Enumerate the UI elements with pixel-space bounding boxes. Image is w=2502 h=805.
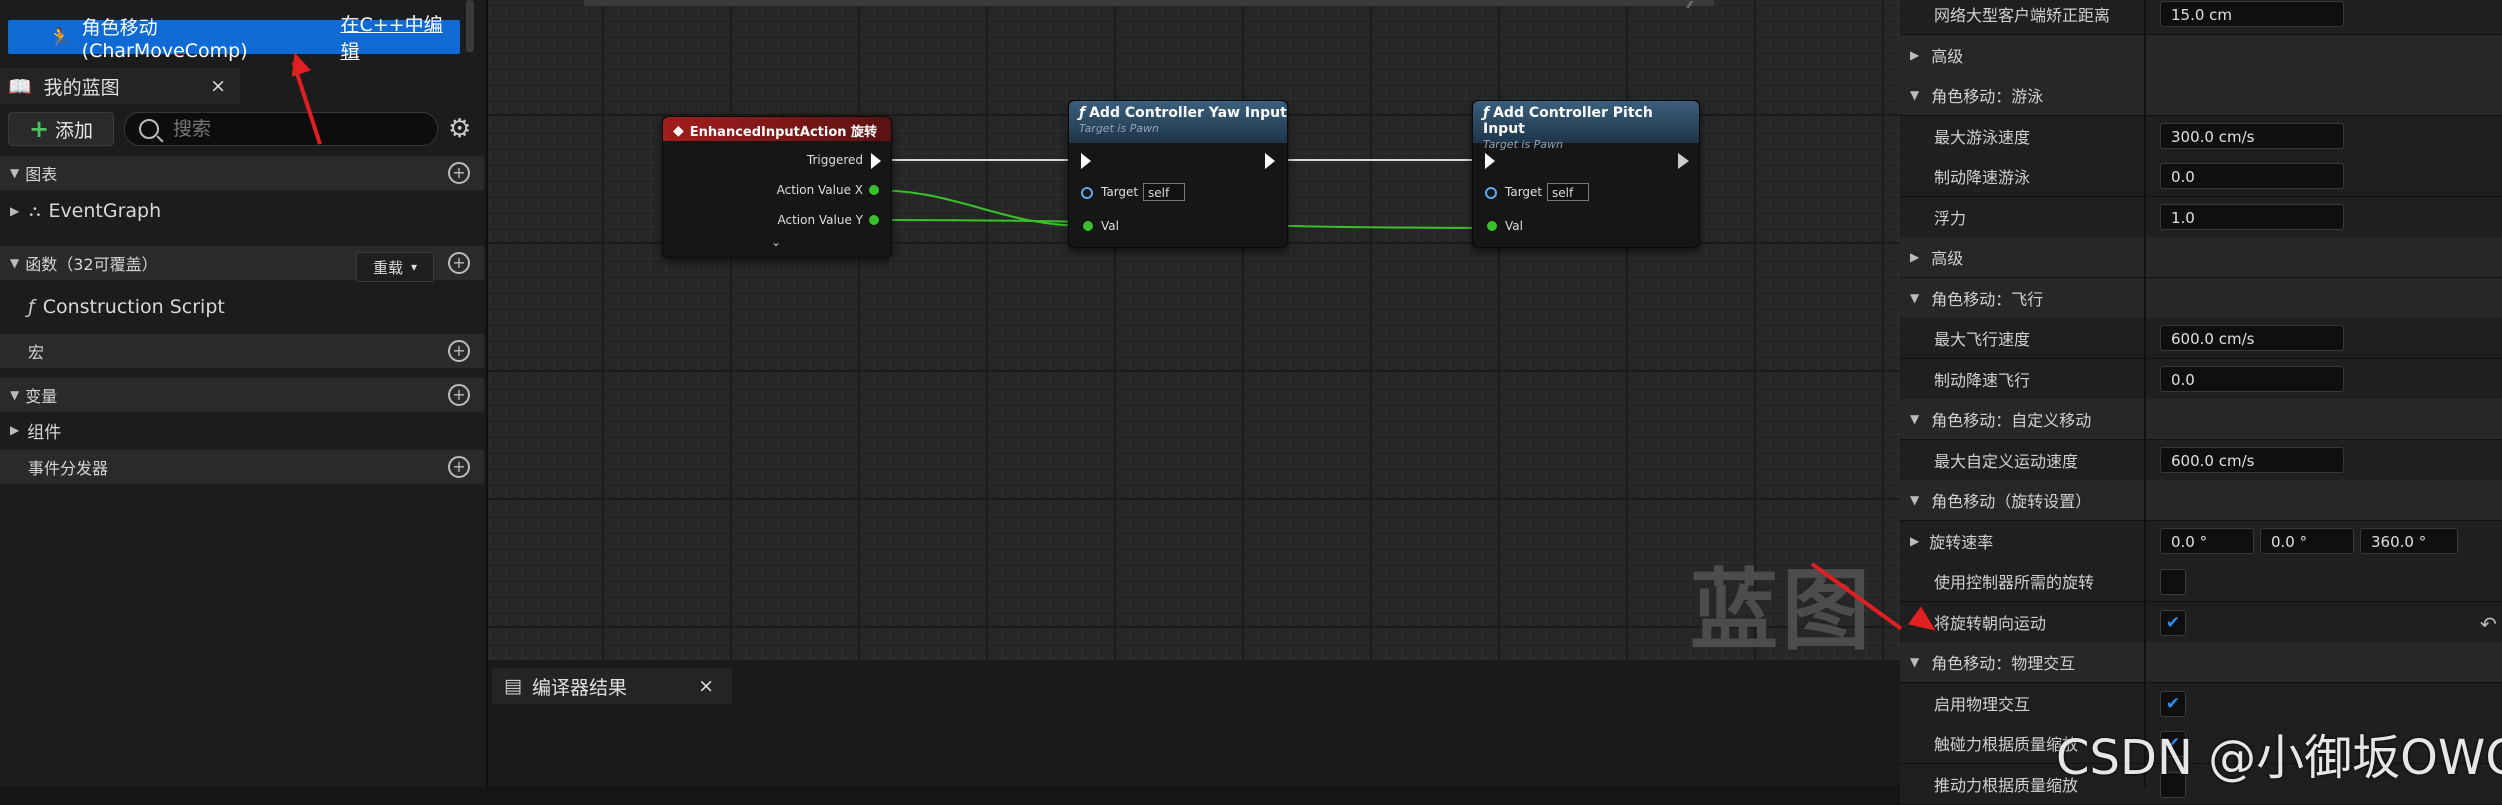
target-self-field[interactable]: self bbox=[1547, 183, 1589, 201]
tab-label: 编译器结果 bbox=[531, 676, 627, 699]
category-label: 角色移动：自定义移动 bbox=[1931, 411, 2092, 430]
node-subtitle: Target is Pawn bbox=[1483, 138, 1564, 151]
rotation-rate-x-field[interactable]: 0.0 ° bbox=[2160, 528, 2254, 554]
details-category[interactable]: ▼ 角色移动：自定义移动 bbox=[1900, 399, 2502, 440]
node-header: ƒ Add Controller Pitch Input Target is Pa… bbox=[1473, 101, 1699, 151]
event-icon: ◆ bbox=[673, 122, 684, 139]
data-pin-action-value-y[interactable] bbox=[869, 215, 879, 225]
property-label: 将旋转朝向运动 bbox=[1934, 614, 2047, 633]
checkbox-unchecked[interactable] bbox=[2160, 569, 2186, 595]
val-pin[interactable] bbox=[1083, 221, 1093, 231]
rotation-rate-y-field[interactable]: 0.0 ° bbox=[2260, 528, 2354, 554]
close-tab-icon[interactable]: × bbox=[698, 675, 714, 697]
rotation-rate-z-field[interactable]: 360.0 ° bbox=[2360, 528, 2458, 554]
category-label: 高级 bbox=[1931, 47, 1964, 66]
node-header: ƒ Add Controller Yaw Input Target is Pawn bbox=[1069, 101, 1287, 143]
pin-label-action-value-x: Action Value X bbox=[776, 183, 863, 197]
category-label: 角色移动：游泳 bbox=[1931, 87, 2044, 106]
node-title: Add Controller Yaw Input bbox=[1089, 105, 1287, 121]
exec-out-pin-unconnected[interactable] bbox=[1678, 153, 1689, 169]
target-pin[interactable] bbox=[1485, 187, 1497, 199]
property-value-field[interactable]: 300.0 cm/s bbox=[2160, 123, 2344, 149]
details-property-row[interactable]: 使用控制器所需的旋转 bbox=[1900, 561, 2502, 602]
property-label: 使用控制器所需的旋转 bbox=[1934, 573, 2095, 592]
node-title: EnhancedInputAction 旋转 bbox=[689, 125, 878, 140]
property-value-field[interactable]: 0.0 bbox=[2160, 366, 2344, 392]
target-self-field[interactable]: self bbox=[1143, 183, 1185, 201]
property-label: 旋转速率 bbox=[1929, 533, 1994, 552]
expand-arrow-icon: ▶ bbox=[1910, 534, 1920, 548]
property-value-field[interactable]: 1.0 bbox=[2160, 204, 2344, 230]
collapse-arrow-icon: ▼ bbox=[1910, 88, 1920, 102]
category-label: 角色移动：物理交互 bbox=[1931, 654, 2076, 673]
property-label: 最大自定义运动速度 bbox=[1934, 452, 2079, 471]
reset-to-default-icon[interactable]: ↶ bbox=[2480, 612, 2497, 636]
node-enhanced-input-action[interactable]: ◆ EnhancedInputAction 旋转 Triggered Actio… bbox=[662, 116, 892, 258]
target-label: Target bbox=[1101, 185, 1139, 199]
checkbox-checked[interactable]: ✔ bbox=[2160, 691, 2186, 717]
property-value-field[interactable]: 15.0 cm bbox=[2160, 1, 2344, 27]
collapse-arrow-icon: ▼ bbox=[1910, 655, 1920, 669]
details-category[interactable]: ▼ 角色移动（旋转设置） bbox=[1900, 480, 2502, 521]
details-advanced-group[interactable]: ▶ 高级 bbox=[1900, 35, 2502, 76]
function-icon: ƒ bbox=[1483, 105, 1490, 121]
val-label: Val bbox=[1505, 219, 1523, 233]
exec-pin-triggered[interactable] bbox=[871, 153, 881, 169]
expand-arrow-icon: ▶ bbox=[1910, 48, 1920, 62]
details-category[interactable]: ▼ 角色移动：飞行 bbox=[1900, 278, 2502, 319]
node-title: Add Controller Pitch Input bbox=[1483, 105, 1653, 137]
function-icon: ƒ bbox=[1079, 105, 1086, 121]
category-label: 角色移动（旋转设置） bbox=[1931, 492, 2092, 511]
val-pin[interactable] bbox=[1487, 221, 1497, 231]
node-add-controller-pitch-input[interactable]: ƒ Add Controller Pitch Input Target is Pa… bbox=[1472, 100, 1700, 248]
details-property-row[interactable]: 将旋转朝向运动 bbox=[1900, 602, 2502, 643]
node-header: ◆ EnhancedInputAction 旋转 bbox=[663, 117, 891, 141]
pin-label-triggered: Triggered bbox=[806, 153, 863, 167]
csdn-watermark: CSDN @小御坂OWO bbox=[2056, 730, 2502, 786]
exec-out-pin[interactable] bbox=[1265, 153, 1275, 169]
property-value-field[interactable]: 600.0 cm/s bbox=[2160, 325, 2344, 351]
property-label: 最大游泳速度 bbox=[1934, 128, 2031, 147]
details-category[interactable]: ▼ 角色移动：游泳 bbox=[1900, 75, 2502, 116]
exec-in-pin[interactable] bbox=[1485, 153, 1495, 169]
property-value-field[interactable]: 0.0 bbox=[2160, 163, 2344, 189]
exec-in-pin[interactable] bbox=[1081, 153, 1091, 169]
property-label: 网络大型客户端矫正距离 bbox=[1934, 6, 2111, 25]
checkbox-checked[interactable]: ✔ bbox=[2160, 610, 2186, 636]
collapse-arrow-icon: ▼ bbox=[1910, 412, 1920, 426]
collapse-arrow-icon: ▼ bbox=[1910, 493, 1920, 507]
expand-arrow-icon: ▶ bbox=[1910, 250, 1920, 264]
property-label: 启用物理交互 bbox=[1934, 695, 2031, 714]
property-value-field[interactable]: 600.0 cm/s bbox=[2160, 447, 2344, 473]
property-label: 制动降速飞行 bbox=[1934, 371, 2031, 390]
category-label: 角色移动：飞行 bbox=[1931, 290, 2044, 309]
details-category[interactable]: ▼ 角色移动：物理交互 bbox=[1900, 642, 2502, 683]
collapse-arrow-icon: ▼ bbox=[1910, 291, 1920, 305]
category-label: 高级 bbox=[1931, 249, 1964, 268]
compiler-log-icon: ▤ bbox=[504, 675, 522, 697]
property-label: 最大飞行速度 bbox=[1934, 330, 2031, 349]
val-label: Val bbox=[1101, 219, 1119, 233]
node-add-controller-yaw-input[interactable]: ƒ Add Controller Yaw Input Target is Pawn… bbox=[1068, 100, 1288, 248]
tab-compiler-results[interactable]: ▤ 编译器结果 × bbox=[492, 668, 732, 704]
expand-node-chevron-icon[interactable]: ⌄ bbox=[771, 235, 781, 249]
data-pin-action-value-x[interactable] bbox=[869, 185, 879, 195]
details-advanced-group[interactable]: ▶ 高级 bbox=[1900, 237, 2502, 278]
node-subtitle: Target is Pawn bbox=[1079, 122, 1160, 135]
target-pin[interactable] bbox=[1081, 187, 1093, 199]
property-label: 制动降速游泳 bbox=[1934, 168, 2031, 187]
column-divider[interactable] bbox=[2144, 0, 2146, 786]
target-label: Target bbox=[1505, 185, 1543, 199]
property-label: 浮力 bbox=[1934, 209, 1967, 228]
pin-label-action-value-y: Action Value Y bbox=[777, 213, 864, 227]
